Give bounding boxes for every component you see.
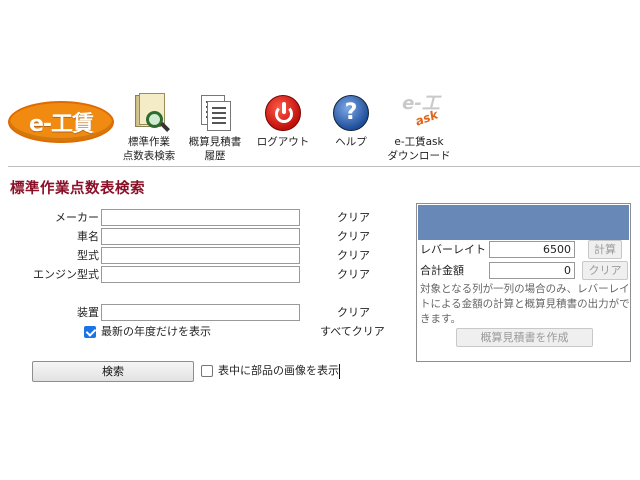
engine-model-clear-link[interactable]: クリア: [337, 266, 370, 283]
toolbar-item-label: e-工賃ask ダウンロード: [387, 136, 451, 162]
show-images-checkbox[interactable]: [201, 365, 213, 377]
document-history-icon: [195, 93, 235, 133]
device-label: 装置: [77, 306, 99, 319]
panel-clear-button[interactable]: クリア: [582, 261, 628, 280]
panel-note: 対象となる列が一列の場合のみ、レバーレイトによる金額の計算と概算見積書の出力がで…: [420, 283, 630, 325]
e-kouchin-logo[interactable]: e-工賃: [8, 101, 114, 143]
toolbar-item-standard-search[interactable]: 標準作業 点数表検索: [119, 93, 179, 163]
create-estimate-button[interactable]: 概算見積書を作成: [456, 328, 593, 347]
help-icon: ?: [331, 93, 371, 133]
search-button[interactable]: 検索: [32, 361, 194, 382]
toolbar-item-label: 標準作業 点数表検索: [122, 136, 176, 162]
lever-rate-label: レバーレイト: [420, 243, 486, 256]
book-search-icon: [129, 93, 170, 133]
lever-rate-input[interactable]: 6500: [489, 241, 575, 258]
power-icon: [263, 93, 303, 133]
toolbar-item-label: 概算見積書 履歴: [188, 136, 242, 162]
toolbar-item-estimate-history[interactable]: 概算見積書 履歴: [184, 93, 246, 163]
text-cursor: [339, 364, 340, 379]
engine-model-label: エンジン型式: [33, 268, 99, 281]
estimate-panel: レバーレイト 6500 計算 合計金額 0 クリア 対象となる列が一列の場合のみ…: [416, 203, 631, 362]
toolbar-item-e-ask-download[interactable]: e-工 ask e-工賃ask ダウンロード: [383, 93, 455, 163]
toolbar-item-label: ヘルプ: [335, 136, 367, 148]
model-clear-link[interactable]: クリア: [337, 247, 370, 264]
model-input[interactable]: [101, 247, 300, 264]
calc-button[interactable]: 計算: [588, 240, 622, 259]
latest-year-checkbox[interactable]: [84, 326, 96, 338]
device-input[interactable]: [101, 304, 300, 321]
maker-input[interactable]: [101, 209, 300, 226]
toolbar-divider: [8, 166, 640, 167]
toolbar-item-label: ログアウト: [256, 136, 310, 148]
toolbar-item-logout[interactable]: ログアウト: [252, 93, 314, 149]
engine-model-input[interactable]: [101, 266, 300, 283]
clear-all-link[interactable]: すべてクリア: [320, 323, 385, 340]
toolbar-item-help[interactable]: ? ヘルプ: [326, 93, 376, 149]
total-amount-input[interactable]: 0: [489, 262, 575, 279]
car-name-label: 車名: [77, 230, 99, 243]
car-name-clear-link[interactable]: クリア: [337, 228, 370, 245]
e-ask-logo-icon: e-工 ask: [402, 93, 440, 129]
maker-label: メーカー: [55, 211, 99, 224]
model-label: 型式: [77, 249, 99, 262]
logo-text: e-工賃: [28, 112, 94, 137]
car-name-input[interactable]: [101, 228, 300, 245]
maker-clear-link[interactable]: クリア: [337, 209, 370, 226]
total-label: 合計金額: [420, 264, 464, 277]
show-images-label: 表中に部品の画像を表示: [218, 364, 339, 377]
latest-year-label: 最新の年度だけを表示: [101, 325, 211, 338]
panel-header: [418, 205, 629, 240]
page-title: 標準作業点数表検索: [10, 181, 145, 197]
device-clear-link[interactable]: クリア: [337, 304, 370, 321]
